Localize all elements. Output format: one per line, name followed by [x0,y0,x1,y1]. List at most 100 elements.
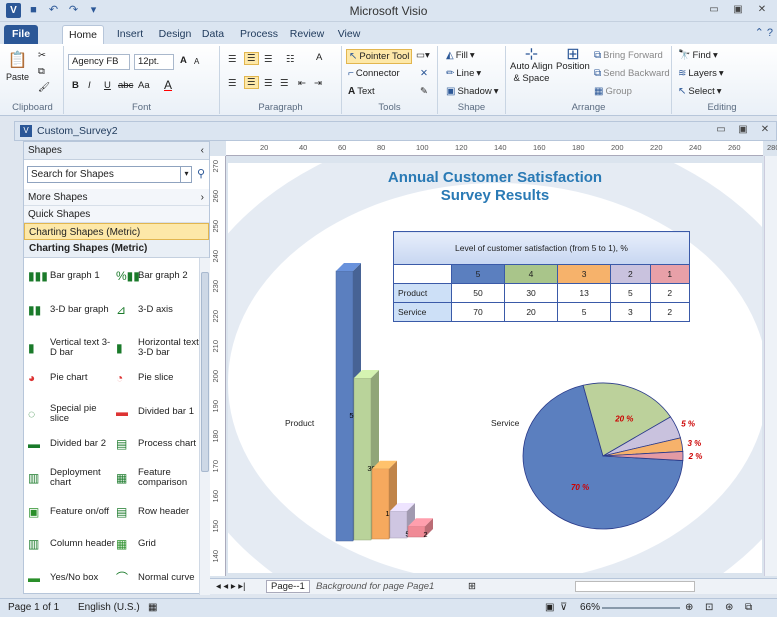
product-bar-chart[interactable]: 5030135 2 [328,253,468,553]
tab-data[interactable]: Data [199,25,227,44]
full-screen-icon[interactable]: ▣ [545,602,554,613]
stencil-item[interactable]: ▬ Yes/No box [28,570,116,586]
stencil-item[interactable]: ▮▮ 3-D bar graph [28,302,116,318]
doc-close-button[interactable]: ✕ [756,124,774,135]
stencil-item[interactable]: ⌒ Normal curve [116,570,199,586]
insert-page-icon[interactable]: ⊞ [468,581,476,592]
stencil-item[interactable]: ▤ Row header [116,504,199,520]
fill-button[interactable]: ◭ Fill ▾ [446,50,475,61]
section-quick-shapes[interactable]: Quick Shapes [24,206,209,223]
stencil-item[interactable]: ▮ Vertical text 3-D bar [28,338,116,358]
stencil-item[interactable]: ▣ Feature on/off [28,504,116,520]
section-more-shapes[interactable]: More Shapes › [24,189,209,206]
stencil-item[interactable]: ◌ Special pie slice [28,404,116,424]
ink-icon[interactable]: ✎ [420,86,428,97]
font-color-button[interactable]: A [164,78,172,92]
strikethrough-button[interactable]: abc [118,80,133,91]
tab-page-1[interactable]: Page--1 [266,580,310,593]
align-top-icon[interactable]: ☰ [228,54,237,65]
canvas-vertical-scrollbar[interactable] [764,156,777,576]
select-button[interactable]: ↖ Select ▾ [678,86,722,97]
pointer-tool-button[interactable]: ↖ Pointer Tool [346,49,413,64]
section-charting-shapes[interactable]: Charting Shapes (Metric) [24,223,209,240]
pan-zoom-icon[interactable]: ⊛ [725,602,733,613]
tab-insert[interactable]: Insert [110,25,150,44]
stencil-item[interactable]: ▮ Horizontal text 3-D bar [116,338,199,358]
fit-page-icon[interactable]: ⊡ [705,602,713,613]
text-tool-button[interactable]: A Text [348,86,375,97]
stencil-item[interactable]: ▦ Grid [116,536,199,552]
stencil-item[interactable]: ▮▮▮ Bar graph 1 [28,268,116,284]
cut-icon[interactable]: ✂ [38,50,46,61]
shadow-button[interactable]: ▣ Shadow ▾ [446,86,499,97]
bullets-icon[interactable]: ☷ [286,54,295,65]
drawing-canvas[interactable]: 20406080100120140160180200220240260280 2… [210,141,777,594]
search-input[interactable]: Search for Shapes ▾ [27,166,192,183]
connector-button[interactable]: ⌐ Connector [348,68,400,79]
align-left-icon[interactable]: ☰ [228,78,237,89]
grow-font-button[interactable]: A [180,55,187,66]
send-backward-button[interactable]: ⧉ Send Backward [594,68,670,79]
zoom-in-icon[interactable]: ⊕ [685,602,693,613]
stencil-item[interactable]: ⊿ 3-D axis [116,302,199,318]
paste-button[interactable]: 📋 Paste [6,50,29,82]
layers-button[interactable]: ≋ Layers ▾ [678,68,724,79]
doc-restore-button[interactable]: ▣ [734,124,752,135]
align-bottom-icon[interactable]: ☰ [264,54,273,65]
stencil-item[interactable]: ▤ Process chart [116,436,199,452]
bold-button[interactable]: B [72,80,79,91]
presentation-icon[interactable]: ⊽ [560,602,567,613]
maximize-button[interactable]: ▣ [727,2,749,18]
copy-icon[interactable]: ⧉ [38,66,45,77]
align-right-icon[interactable]: ☰ [264,78,273,89]
rectangle-icon[interactable]: ▭▾ [416,50,430,61]
stencil-item[interactable]: ◕ Pie chart [28,370,116,386]
search-icon[interactable]: ⚲ [197,167,205,180]
increase-indent-icon[interactable]: ⇥ [314,78,322,89]
stencil-item[interactable]: ▥ Column header [28,536,116,552]
zoom-slider[interactable] [602,607,680,609]
language-indicator[interactable]: English (U.S.) [78,602,140,613]
stencil-item[interactable]: ▦ Feature comparison [116,468,199,488]
align-middle-icon[interactable]: ☰ [244,52,259,65]
line-button[interactable]: ✏ Line ▾ [446,68,481,79]
group-button[interactable]: ▦ Group [594,86,632,97]
horizontal-scrollbar[interactable] [575,581,695,592]
font-name-combo[interactable]: Agency FB [68,54,130,70]
change-case-button[interactable]: Aa [138,80,150,91]
bring-forward-button[interactable]: ⧉ Bring Forward [594,50,663,61]
stencil-item[interactable]: ▥ Deployment chart [28,468,116,488]
scrollbar-thumb[interactable] [201,272,209,472]
tab-view[interactable]: View [334,25,364,44]
tab-review[interactable]: Review [287,25,327,44]
help-icon[interactable]: ⌃ ? [755,26,773,39]
close-button[interactable]: ✕ [751,2,773,18]
shrink-font-button[interactable]: A [194,57,199,66]
collapse-panel-icon[interactable]: ‹ [201,142,204,160]
tab-home[interactable]: Home [62,25,104,44]
stencil-item[interactable]: ▬ Divided bar 1 [116,404,199,420]
tab-design[interactable]: Design [154,25,196,44]
switch-window-icon[interactable]: ⧉ [745,602,752,613]
text-block-button[interactable]: A [316,52,322,63]
justify-icon[interactable]: ☰ [280,78,289,89]
connection-point-icon[interactable]: ✕ [420,68,428,79]
stencil-scrollbar[interactable] [199,258,210,595]
decrease-indent-icon[interactable]: ⇤ [298,78,306,89]
underline-button[interactable]: U [104,80,111,91]
tab-process[interactable]: Process [238,25,280,44]
stencil-item[interactable]: ◔ Pie slice [116,370,199,386]
tab-background-page[interactable]: Background for page Page1 [316,581,434,592]
drawing-page[interactable]: Annual Customer Satisfaction Survey Resu… [228,163,762,573]
position-button[interactable]: ⊞ Position [556,47,590,72]
font-size-combo[interactable]: 12pt. [134,54,174,70]
service-pie-chart[interactable]: 70 % 20 % 5 % 3 % 2 % [518,381,718,551]
minimize-button[interactable]: ▭ [703,2,725,18]
zoom-level[interactable]: 66% [580,602,600,613]
search-dropdown-icon[interactable]: ▾ [180,166,192,183]
format-painter-icon[interactable]: 🖌 [38,82,50,93]
align-center-icon[interactable]: ☰ [244,76,259,89]
page-title[interactable]: Annual Customer Satisfaction Survey Resu… [228,169,762,205]
macro-icon[interactable]: ▦ [148,602,157,613]
find-button[interactable]: 🔭 Find ▾ [678,50,718,61]
